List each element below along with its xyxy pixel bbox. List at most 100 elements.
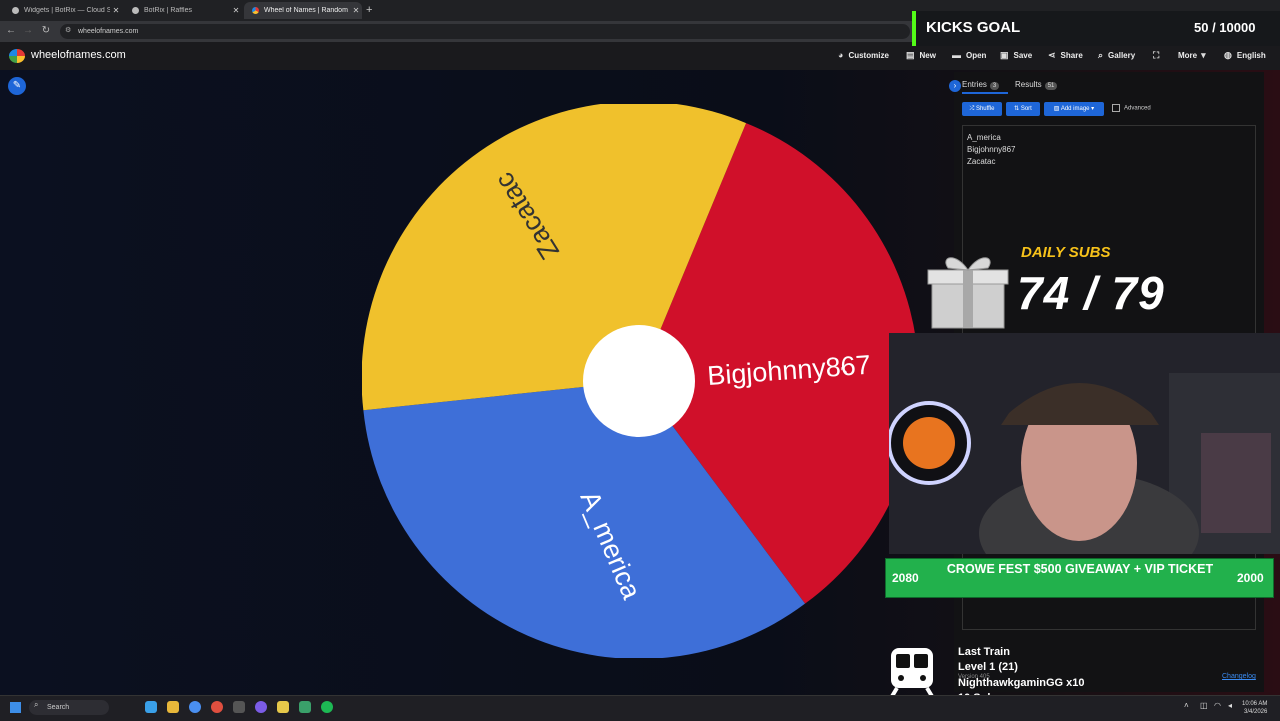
name-wheel[interactable]: Bigjohnny867 A_merica Zacatac [362, 104, 916, 658]
changelog-link[interactable]: Changelog [1222, 673, 1256, 680]
giveaway-left-value: 2080 [892, 571, 919, 585]
close-icon[interactable]: ✕ [110, 6, 122, 15]
tab-title: Widgets | BotRix — Cloud Stre [24, 7, 110, 14]
menu-label: New [919, 51, 936, 60]
menu-label: Open [966, 50, 987, 60]
browser-tab[interactable]: Widgets | BotRix — Cloud Stre ✕ [4, 2, 122, 19]
wifi-icon[interactable]: ◠ [1214, 701, 1221, 710]
folder-app-icon[interactable] [167, 701, 179, 713]
file-icon: ▤ [906, 50, 915, 60]
chevron-down-icon: ▾ [1201, 50, 1206, 60]
menu-customize[interactable]: ◕ Customize [838, 50, 889, 60]
button-label: Shuffle [975, 106, 995, 112]
menu-open[interactable]: ▬ Open [952, 50, 986, 60]
edit-pencil-icon[interactable]: ✎ [8, 77, 26, 95]
menu-label: Share [1060, 51, 1083, 60]
site-info-icon[interactable]: ⚙ [65, 26, 71, 34]
menu-label: More [1178, 51, 1198, 60]
browser-tab[interactable]: BotRix | Raffles ✕ [124, 2, 242, 19]
gift-icon [927, 257, 1009, 329]
menu-language[interactable]: ◍ English [1224, 50, 1266, 61]
daily-subs-value: 74 / 79 [1017, 267, 1165, 319]
tab-favicon-icon [252, 7, 259, 14]
entries-count-badge: 3 [989, 82, 1000, 90]
taskbar-search[interactable]: Search [29, 700, 109, 715]
train-user: NighthawkgaminGG x10 [958, 677, 1085, 689]
tab-label: Results [1015, 80, 1042, 89]
fullscreen-icon: ⛶ [1153, 50, 1160, 60]
giveaway-title: CROWE FEST $500 GIVEAWAY + VIP TICKET [946, 562, 1214, 576]
menu-label: Save [1013, 51, 1033, 60]
tab-entries[interactable]: Entries 3 [962, 80, 1000, 90]
close-icon[interactable]: ✕ [350, 6, 362, 15]
menu-share[interactable]: ⋖ Share [1048, 50, 1083, 61]
windows-start-icon[interactable] [10, 702, 21, 713]
reload-icon[interactable]: ↻ [39, 24, 53, 38]
chrome-app-icon[interactable] [189, 701, 201, 713]
train-icon [889, 648, 935, 700]
train-level: Level 1 (21) [958, 661, 1018, 673]
network-icon[interactable]: ◫ [1200, 701, 1208, 710]
giveaway-right-value: 2000 [1237, 571, 1264, 585]
palette-icon: ◕ [838, 50, 844, 60]
tab-label: Entries [962, 80, 987, 89]
kicks-goal-value: 50 / 10000 [1194, 20, 1256, 35]
clock-time: 10:06 AM [1242, 701, 1268, 707]
entry-line: A_merica [967, 133, 1001, 142]
new-tab-plus-icon[interactable]: + [366, 4, 372, 16]
tab-title: BotRix | Raffles [144, 7, 192, 14]
menu-new[interactable]: ▤ New [906, 50, 936, 61]
menu-label: English [1236, 51, 1266, 60]
add-image-button[interactable]: ▨ Add image ▾ [1044, 102, 1104, 116]
spotify-app-icon[interactable] [321, 701, 333, 713]
tab-favicon-icon [132, 7, 139, 14]
menu-save[interactable]: ▣ Save [1000, 50, 1032, 61]
train-title: Last Train [958, 646, 1010, 658]
image-icon: ▨ [1053, 106, 1061, 112]
results-count-badge: 51 [1044, 82, 1058, 90]
collapse-panel-chevron-icon[interactable]: › [949, 80, 961, 92]
app-icon[interactable] [277, 701, 289, 713]
url-field[interactable]: wheelofnames.com [60, 24, 910, 39]
app-icon[interactable] [145, 701, 157, 713]
entry-line: Zacatac [967, 157, 996, 166]
checkbox-icon[interactable] [1112, 104, 1120, 112]
wheel-logo-icon[interactable] [9, 49, 25, 63]
fullscreen-button[interactable]: ⛶ [1153, 50, 1164, 61]
site-name[interactable]: wheelofnames.com [31, 49, 126, 61]
site-header [0, 42, 1280, 71]
shuffle-button[interactable]: ⤮ Shuffle [962, 102, 1002, 116]
menu-gallery[interactable]: ⌕ Gallery [1098, 50, 1135, 61]
sort-icon: ⇅ [1014, 106, 1021, 112]
menu-more[interactable]: More ▾ [1178, 50, 1211, 61]
kicks-goal-label: KICKS GOAL [926, 19, 1021, 36]
terminal-app-icon[interactable] [233, 701, 245, 713]
active-tab-underline [962, 92, 1008, 94]
advanced-toggle[interactable]: Advanced [1112, 104, 1151, 112]
share-icon: ⋖ [1048, 50, 1056, 60]
app-icon[interactable] [255, 701, 267, 713]
browser-tab-active[interactable]: Wheel of Names | Random nan ✕ [244, 2, 362, 19]
app-icon[interactable] [299, 701, 311, 713]
chevron-down-icon: ▾ [1089, 106, 1095, 112]
back-arrow-icon[interactable]: ← [4, 24, 18, 38]
forward-arrow-icon[interactable]: → [21, 24, 35, 38]
menu-label: Customize [848, 50, 889, 60]
app-icon[interactable] [211, 701, 223, 713]
save-icon: ▣ [1000, 50, 1009, 60]
webcam-feed [889, 333, 1280, 554]
wheel-center[interactable] [583, 325, 695, 437]
button-label: Add image [1060, 106, 1090, 112]
tab-title: Wheel of Names | Random nan [264, 7, 350, 14]
search-icon: ⌕ [34, 700, 39, 709]
tab-results[interactable]: Results 51 [1015, 80, 1058, 90]
clock-date: 3/4/2026 [1244, 709, 1268, 715]
tray-chevron-icon[interactable]: ˄ [1184, 701, 1189, 710]
sort-button[interactable]: ⇅ Sort [1006, 102, 1040, 116]
globe-icon: ◍ [1224, 50, 1232, 60]
advanced-label: Advanced [1124, 105, 1151, 112]
close-icon[interactable]: ✕ [230, 6, 242, 15]
menu-label: Gallery [1108, 51, 1136, 60]
volume-icon[interactable]: ◂ [1228, 701, 1232, 710]
taskbar-clock[interactable]: 10:06 AM 3/4/2026 [1242, 700, 1267, 716]
